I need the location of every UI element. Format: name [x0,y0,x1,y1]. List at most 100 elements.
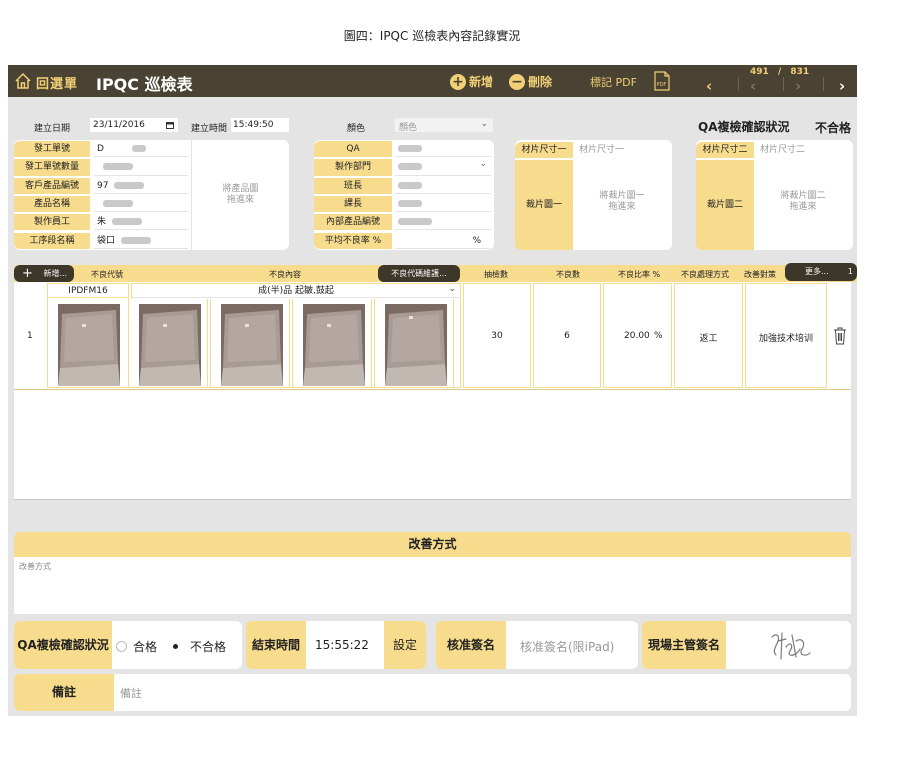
handling-value[interactable]: 返工 [674,331,743,344]
qa-field-input[interactable] [395,141,491,158]
material-image-1-hint-2: 拖進來 [608,202,636,212]
material-size-1-input[interactable]: 材片尺寸一 [576,143,668,157]
defect-content-value: 成(半)品 起皺,鼓起 [258,286,334,296]
defect-rate-value: 20.00 [624,331,650,341]
col-header-countermeasure: 改善對策 [744,270,776,279]
defect-code-maintenance-button[interactable]: 不良代碼維護... [378,265,460,282]
defect-photo-thumbnail[interactable] [385,304,447,386]
product-image-hint-1: 將產品圖 [222,184,259,194]
work-order-field-input[interactable]: 袋口 [94,232,188,249]
page-title: IPQC 巡檢表 [96,75,193,94]
add-record-button[interactable]: + 新增 [450,73,493,90]
work-order-field-input[interactable]: 朱 [94,214,188,231]
redacted-text [398,181,422,189]
qa-pass-radio[interactable]: 合格 [116,638,157,655]
work-order-field-input[interactable] [94,159,188,176]
defect-photo-thumbnail[interactable] [58,304,120,386]
add-defect-row-button[interactable]: + 新增... [14,265,74,282]
defect-photo-thumbnail[interactable] [221,304,283,386]
delete-record-label: 刪除 [528,75,553,89]
redacted-text [121,236,152,244]
color-select[interactable]: 顏色 ⌄ [395,118,493,133]
end-time-label: 結束時間 [246,621,306,669]
pager-current: 491 [750,67,769,77]
mark-pdf-button[interactable]: 標記 PDF [590,74,637,90]
defect-content-select[interactable]: 成(半)品 起皺,鼓起 ⌄ [132,284,460,298]
qa-field-input[interactable]: ⌄ [395,159,491,176]
top-toolbar: 回選單 IPQC 巡檢表 + 新增 − 刪除 標記 PDF PDF ‹ 491 … [8,65,857,97]
record-pager: 491 / 831 [750,67,809,77]
more-button[interactable]: 更多... 1 [785,263,857,281]
pager-divider [823,77,824,91]
end-time-value[interactable]: 15:55:22 [315,638,369,652]
trash-icon[interactable] [833,327,847,345]
qa-recheck-status-title: QA複檢確認狀況 [698,120,790,134]
redacted-text [112,218,143,226]
prev-page-chevron-icon[interactable]: ‹ [750,77,756,95]
work-order-field-value: 朱 [97,217,107,228]
remark-input[interactable]: 備註 [120,685,142,701]
material-size-2-input[interactable]: 材片尺寸二 [757,143,849,157]
pager-divider [738,77,739,91]
work-order-field-input[interactable] [94,195,188,213]
qa-fail-radio[interactable]: 不合格 [170,638,226,655]
next-page-chevron-icon[interactable]: › [795,77,801,95]
work-order-field-label: 工序段名稱 [14,232,90,249]
col-header-defect-rate: 不良比率 % [618,270,661,279]
calendar-icon[interactable] [166,121,174,129]
pdf-file-icon[interactable]: PDF [654,71,670,91]
improvement-textarea[interactable]: 改善方式 [14,557,851,614]
remark-label: 備註 [14,674,114,711]
qa-field-label: 平均不良率 % [314,232,392,249]
qa-field-input[interactable] [395,214,491,231]
qa-field-input[interactable] [395,177,491,194]
material-image-1-dropzone[interactable]: 將裁片圖一 拖進來 [574,191,670,213]
qa-recheck-label: QA複檢確認狀況 [14,621,112,669]
material-image-2-dropzone[interactable]: 將裁片圖二 拖進來 [755,191,851,213]
more-label: 更多... [805,267,829,276]
defect-code-value[interactable]: IPDFM16 [48,284,128,298]
qa-field-label: 課長 [314,195,392,213]
countermeasure-value[interactable]: 加強技术培训 [745,331,827,344]
photo-image [58,304,120,386]
defect-photo-thumbnail[interactable] [139,304,201,386]
qa-recheck-group: QA複檢確認狀況 合格 不合格 [14,621,242,669]
work-order-field-label: 發工單號 [14,141,90,158]
qa-field-input[interactable]: % [395,232,491,249]
photo-image [385,304,447,386]
redacted-text [114,181,145,189]
material-image-1-hint-1: 將裁片圖一 [599,191,645,201]
back-to-menu-button[interactable]: 回選單 [36,73,78,92]
material-image-2-hint-1: 將裁片圖二 [780,191,826,201]
qa-field-input[interactable] [395,195,491,213]
supervisor-signature-group: 現場主管簽名 [642,621,851,669]
approval-signature-input[interactable]: 核准簽名(限iPad) [520,638,614,655]
qa-field-label: QA [314,141,392,158]
handwritten-signature-image[interactable] [766,627,812,663]
qa-field-label: 製作部門 [314,159,392,176]
home-icon[interactable] [14,72,32,90]
defect-count-value[interactable]: 6 [533,331,601,341]
redacted-text [103,163,133,171]
defect-photo-thumbnail[interactable] [303,304,365,386]
first-page-chevron-icon[interactable]: ‹ [706,77,712,95]
table-bottom-border [14,499,851,500]
redacted-text [398,145,422,152]
row-divider [14,389,851,390]
improvement-section-title: 改善方式 [14,532,851,557]
created-date-field[interactable]: 23/11/2016 [90,118,178,132]
delete-record-button[interactable]: − 刪除 [509,73,552,90]
last-page-chevron-icon[interactable]: › [839,77,845,95]
created-time-field[interactable]: 15:49:50 [231,118,289,132]
redacted-text [131,145,146,152]
remark-group: 備註 備註 [14,674,851,711]
qa-field-value: % [472,235,481,246]
work-order-field-input[interactable]: 97 [94,177,188,194]
sample-count-value[interactable]: 30 [463,331,531,341]
set-end-time-button[interactable]: 設定 [384,621,426,669]
plus-icon: + [22,266,33,281]
work-order-field-input[interactable]: D [94,141,188,158]
chevron-down-icon: ⌄ [448,284,456,294]
pager-divider [783,77,784,91]
product-image-dropzone[interactable]: 將產品圖 拖進來 [191,140,289,250]
